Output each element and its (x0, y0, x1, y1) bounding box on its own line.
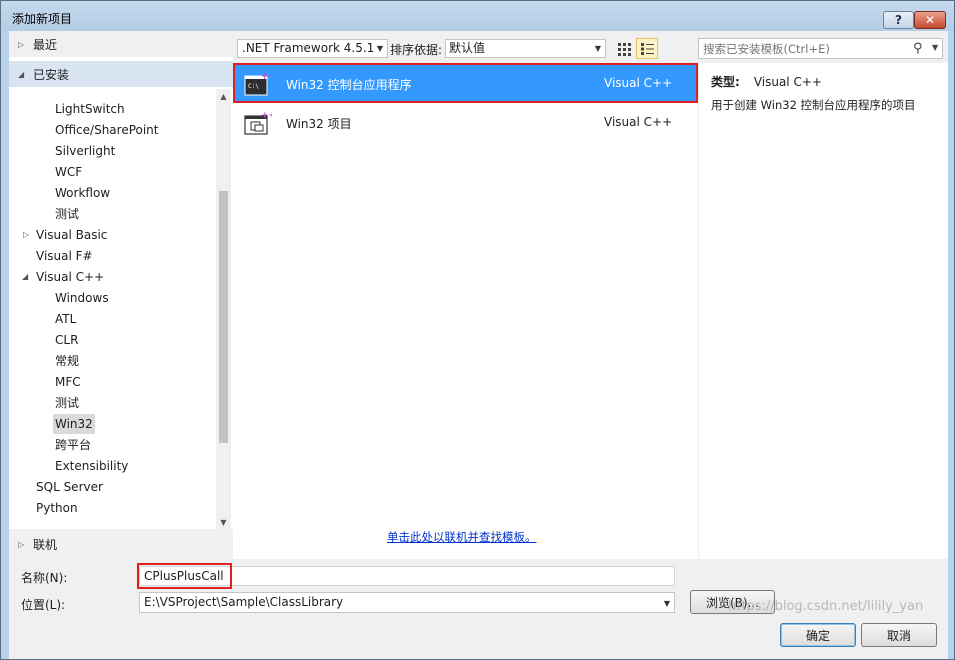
tree-item-visual-basic[interactable]: Visual Basic (36, 225, 107, 245)
type-value: Visual C++ (753, 75, 822, 89)
tree-item-general[interactable]: 常规 (55, 351, 79, 371)
question-mark-icon: ? (895, 13, 902, 27)
tree-item-test[interactable]: 测试 (55, 204, 79, 224)
template-search[interactable]: ⚲ ▼ (698, 38, 943, 59)
title-bar: 添加新项目 ? ✕ (1, 1, 954, 31)
section-online-label: 联机 (33, 537, 58, 552)
template-description-panel: 类型: Visual C++ 用于创建 Win32 控制台应用程序的项目 (699, 63, 948, 559)
section-recent[interactable]: ▷ 最近 (9, 31, 233, 57)
small-icons-view-button[interactable] (613, 38, 635, 59)
description-type: 类型: Visual C++ (711, 73, 822, 90)
template-toolbar: .NET Framework 4.5.1 ▼ 排序依据: 默认值 ▼ 搜索已安装… (233, 31, 948, 63)
svg-text:C:\: C:\ (248, 83, 259, 90)
win32-project-icon: ++ (244, 111, 272, 135)
tree-item-clr[interactable]: CLR (55, 330, 78, 350)
search-icon[interactable]: ⚲ (913, 41, 923, 56)
dropdown-arrow-icon: ▼ (663, 599, 670, 608)
search-input[interactable] (703, 41, 903, 56)
section-installed[interactable]: ◢ 已安装 (9, 61, 233, 87)
tree-scrollbar[interactable]: ▲ ▼ (216, 89, 231, 531)
scroll-up-icon[interactable]: ▲ (218, 91, 229, 102)
svg-text:++: ++ (261, 72, 272, 82)
collapse-arrow-icon: ◢ (18, 69, 25, 79)
section-online[interactable]: ▷ 联机 (9, 529, 233, 559)
sort-label: 排序依据: (390, 43, 443, 57)
dialog-body: ▷ 最近 ◢ 已安装 LightSwitch Office/SharePoint… (9, 31, 948, 659)
scroll-down-icon[interactable]: ▼ (218, 517, 229, 528)
sort-value: 默认值 (449, 41, 486, 55)
sort-dropdown[interactable]: 默认值 ▼ (445, 39, 606, 58)
watermark-text: https://blog.csdn.net/lilily_yan (728, 599, 924, 614)
template-item-win32-console[interactable]: C:\ ++ Win32 控制台应用程序 Visual C++ (235, 65, 696, 103)
tree-item-wcf[interactable]: WCF (55, 162, 82, 182)
location-label: 位置(L): (21, 598, 66, 612)
highlight-box (137, 563, 232, 589)
tree-item-python[interactable]: Python (36, 498, 78, 518)
tree-item-sql-server[interactable]: SQL Server (36, 477, 103, 497)
framework-dropdown[interactable]: .NET Framework 4.5.1 ▼ (237, 39, 388, 58)
tree-item-cross-platform[interactable]: 跨平台 (55, 435, 91, 455)
template-language: Visual C++ (604, 76, 673, 90)
section-installed-label: 已安装 (33, 67, 70, 82)
console-app-icon: C:\ ++ (244, 72, 272, 96)
tree-item-win32[interactable]: Win32 (53, 414, 95, 434)
template-category-panel: ▷ 最近 ◢ 已安装 LightSwitch Office/SharePoint… (9, 31, 233, 559)
svg-text:++: ++ (261, 111, 272, 121)
tree-item-cpp-test[interactable]: 测试 (55, 393, 79, 413)
framework-value: .NET Framework 4.5.1 (242, 41, 375, 55)
tree-item-silverlight[interactable]: Silverlight (55, 141, 115, 161)
template-list: C:\ ++ Win32 控制台应用程序 Visual C++ ++ Win32… (233, 63, 698, 559)
dropdown-arrow-icon: ▼ (376, 44, 383, 53)
tree-item-office-sharepoint[interactable]: Office/SharePoint (55, 120, 159, 140)
template-name: Win32 项目 (286, 117, 352, 131)
tree-item-lightswitch[interactable]: LightSwitch (55, 99, 125, 119)
add-new-project-dialog: 添加新项目 ? ✕ ▷ 最近 ◢ 已安装 LightSwitch Office/… (0, 0, 955, 660)
chevron-down-icon[interactable]: ▼ (932, 43, 938, 52)
name-label: 名称(N): (21, 571, 68, 585)
description-text: 用于创建 Win32 控制台应用程序的项目 (711, 98, 916, 112)
cancel-label: 取消 (886, 628, 911, 643)
template-language: Visual C++ (604, 115, 673, 129)
list-view-button[interactable] (636, 38, 658, 59)
template-name: Win32 控制台应用程序 (286, 78, 412, 92)
tree-item-atl[interactable]: ATL (55, 309, 76, 329)
tree-item-workflow[interactable]: Workflow (55, 183, 110, 203)
category-tree: LightSwitch Office/SharePoint Silverligh… (9, 95, 215, 529)
template-item-win32-project[interactable]: ++ Win32 项目 Visual C++ (235, 104, 696, 142)
list-view-icon (641, 42, 654, 55)
ok-label: 确定 (805, 628, 830, 643)
tree-item-visual-cpp[interactable]: Visual C++ (36, 267, 104, 287)
help-button[interactable]: ? (883, 11, 914, 29)
location-dropdown[interactable]: E:\VSProject\Sample\ClassLibrary ▼ (139, 592, 675, 613)
section-recent-label: 最近 (33, 37, 58, 52)
collapse-arrow-icon[interactable]: ◢ (22, 267, 28, 287)
type-label: 类型: (711, 75, 740, 89)
expand-arrow-icon: ▷ (18, 39, 25, 49)
close-button[interactable]: ✕ (914, 11, 946, 29)
location-value: E:\VSProject\Sample\ClassLibrary (144, 595, 344, 609)
close-icon: ✕ (924, 13, 936, 27)
expand-arrow-icon[interactable]: ▷ (23, 225, 29, 245)
expand-arrow-icon: ▷ (18, 539, 25, 549)
dropdown-arrow-icon: ▼ (594, 44, 601, 53)
scrollbar-thumb[interactable] (219, 191, 228, 443)
tree-item-extensibility[interactable]: Extensibility (55, 456, 128, 476)
find-templates-online-link[interactable]: 单击此处以联机并查找模板。 (387, 529, 537, 545)
cancel-button[interactable]: 取消 (861, 623, 937, 647)
tree-item-mfc[interactable]: MFC (55, 372, 81, 392)
window-title: 添加新项目 (12, 12, 73, 26)
tree-item-visual-fsharp[interactable]: Visual F# (36, 246, 93, 266)
grid-view-icon (618, 42, 631, 56)
ok-button[interactable]: 确定 (780, 623, 856, 647)
tree-item-windows[interactable]: Windows (55, 288, 109, 308)
